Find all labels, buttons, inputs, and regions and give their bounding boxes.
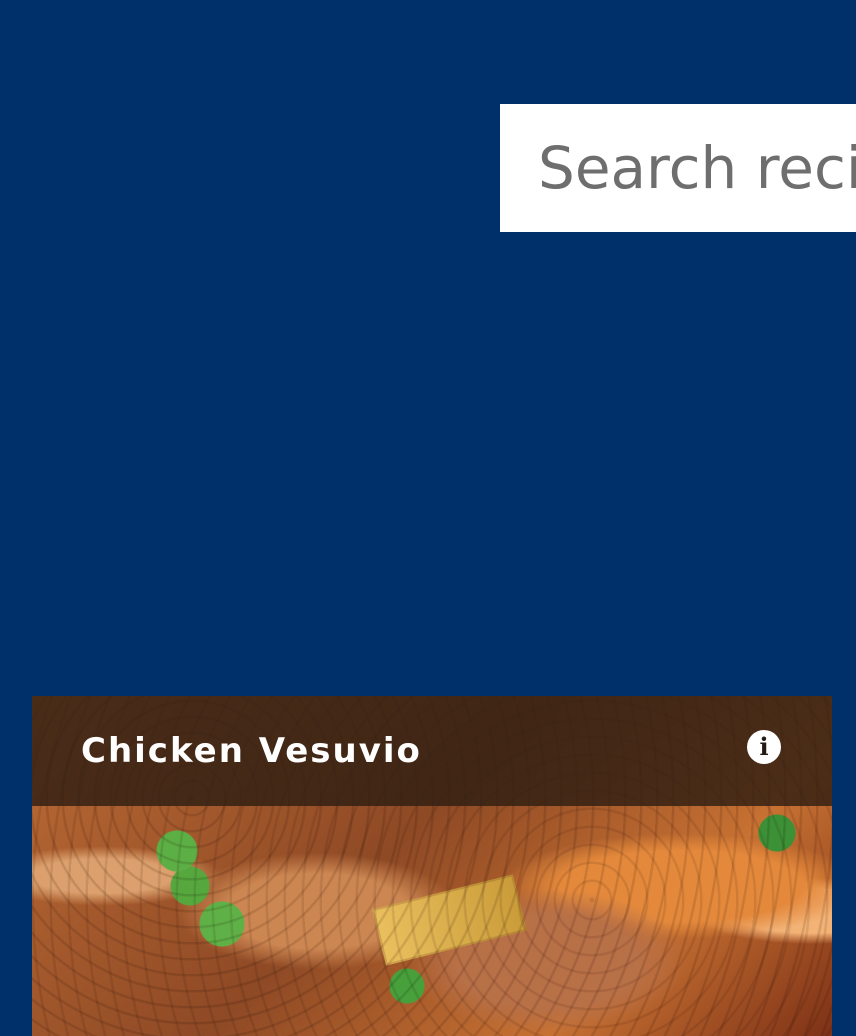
- recipe-title: Chicken Vesuvio: [81, 731, 422, 771]
- search-input[interactable]: [500, 104, 856, 232]
- recipe-search-page: Chicken Vesuvio i: [0, 0, 856, 1036]
- recipe-card-header: Chicken Vesuvio i: [32, 696, 832, 806]
- recipe-card[interactable]: Chicken Vesuvio i: [32, 696, 832, 1036]
- info-icon[interactable]: i: [747, 730, 781, 764]
- search-box[interactable]: [500, 104, 856, 232]
- info-glyph: i: [759, 731, 769, 761]
